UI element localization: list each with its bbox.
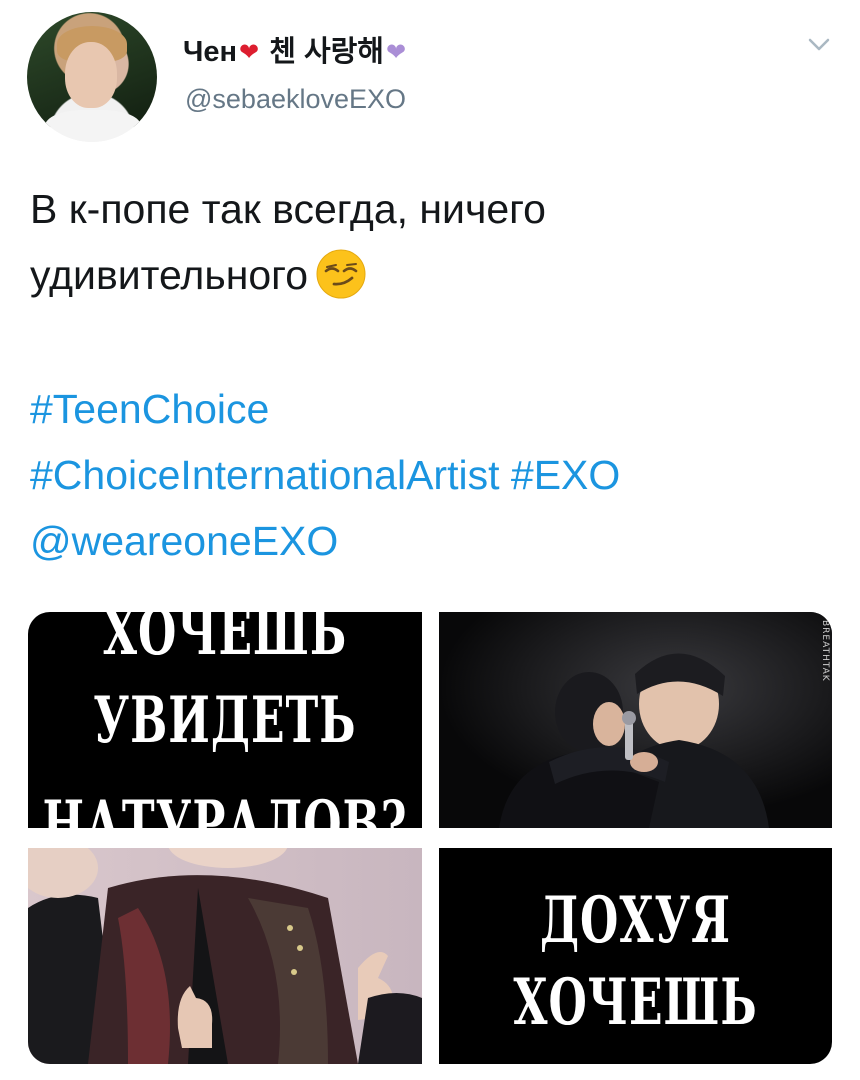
tweet: Чен❤ 첸 사랑해❤ @sebaekloveEXO В к-попе так … [0,0,860,1080]
hashtag-choiceinternationalartist[interactable]: #ChoiceInternationalArtist [30,452,499,498]
avatar-shirt [45,110,141,142]
tweet-text-line-2-text: удивительного [30,252,308,298]
tweet-text: В к-попе так всегда, ничего удивительног… [30,176,830,308]
hashtag-line-3: @weareoneEXO [30,508,840,574]
smirking-face-icon [316,249,366,299]
avatar-face [65,42,117,108]
hashtags: #TeenChoice #ChoiceInternationalArtist #… [30,376,840,574]
concert-photo [439,612,832,828]
tweet-text-line-2: удивительного [30,242,830,308]
user-handle[interactable]: @sebaekloveEXO [185,84,406,115]
media-grid: ХОЧЕШЬ УВИДЕТЬ НАТУРАЛОВ? BREATHTAK ДОХУ… [28,612,832,1064]
chevron-down-icon[interactable] [802,28,836,62]
red-heart-icon: ❤ [239,39,260,66]
meme-text-line-3: НАТУРАЛОВ? [42,788,408,828]
meme-text-line-2: УВИДЕТЬ [93,684,357,758]
meme-text-line-1: ХОЧЕШЬ [102,612,348,670]
display-name[interactable]: Чен❤ 첸 사랑해❤ [183,28,408,70]
purple-heart-icon: ❤ [385,39,407,66]
hashtag-line-2: #ChoiceInternationalArtist #EXO [30,442,840,508]
display-name-part1: Чен [183,36,238,68]
meme-text-line-2: ХОЧЕШЬ [513,966,758,1040]
watermark-text: BREATHTAK [820,620,830,682]
fashion-photo [28,848,422,1064]
mention-weareoneexo[interactable]: @weareoneEXO [30,518,338,564]
media-image-2[interactable]: BREATHTAK [439,612,832,828]
hashtag-exo[interactable]: #EXO [511,452,620,498]
avatar[interactable] [27,12,157,142]
hashtag-teenchoice[interactable]: #TeenChoice [30,386,269,432]
media-image-3[interactable] [28,848,422,1064]
media-image-4[interactable]: ДОХУЯ ХОЧЕШЬ [439,848,832,1064]
tweet-text-line-1: В к-попе так всегда, ничего [30,186,546,232]
display-name-part2: 첸 사랑해 [269,36,384,68]
media-image-1[interactable]: ХОЧЕШЬ УВИДЕТЬ НАТУРАЛОВ? [28,612,422,828]
meme-text-line-1: ДОХУЯ [539,884,732,958]
hashtag-line-1: #TeenChoice [30,376,840,442]
